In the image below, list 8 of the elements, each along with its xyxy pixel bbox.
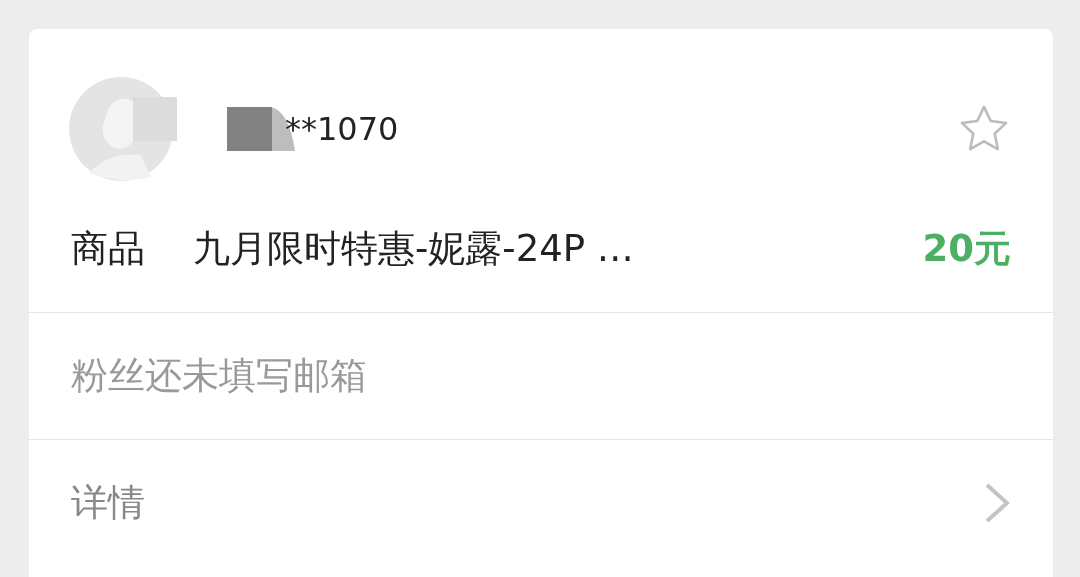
price: 20元 bbox=[922, 225, 1011, 272]
fan-name: **1070 bbox=[285, 110, 399, 148]
avatar-icon bbox=[69, 77, 177, 181]
details-row[interactable]: 详情 bbox=[29, 440, 1053, 566]
product-title: 九月限时特惠-妮露-24P … bbox=[193, 225, 635, 272]
email-notice: 粉丝还未填写邮箱 bbox=[71, 353, 367, 399]
chevron-right-icon bbox=[983, 481, 1011, 525]
product-label: 商品 bbox=[71, 225, 145, 272]
